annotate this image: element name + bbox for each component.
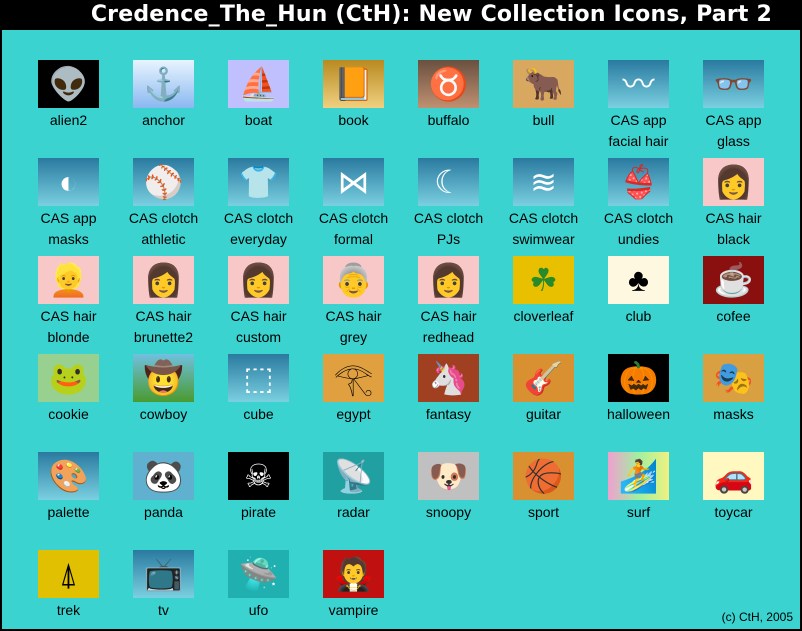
icon-item-cas-hair-custom[interactable]: 👩CAS hair custom	[194, 226, 289, 324]
bull-icon[interactable]: 🐂	[513, 60, 574, 108]
cas-hair-blonde-icon[interactable]: 👱	[38, 256, 99, 304]
ufo-icon[interactable]: 🛸	[228, 550, 289, 598]
icon-item-fantasy[interactable]: 🦄fantasy	[384, 324, 479, 422]
cas-hair-redhead-icon[interactable]: 👩	[418, 256, 479, 304]
cofee-icon[interactable]: ☕	[703, 256, 764, 304]
icon-item-boat[interactable]: ⛵boat	[194, 30, 289, 128]
icon-item-cas-clotch-formal[interactable]: ⋈CAS clotch formal	[289, 128, 384, 226]
sport-icon[interactable]: 🏀	[513, 452, 574, 500]
icon-item-cas-clotch-athletic[interactable]: ⚾CAS clotch athletic	[99, 128, 194, 226]
panda-icon[interactable]: 🐼	[133, 452, 194, 500]
tv-icon[interactable]: 📺	[133, 550, 194, 598]
cas-hair-black-icon[interactable]: 👩	[703, 158, 764, 206]
page-frame: Credence_The_Hun (CtH): New Collection I…	[0, 0, 802, 631]
icon-item-radar[interactable]: 📡radar	[289, 422, 384, 520]
icon-item-buffalo[interactable]: ♉buffalo	[384, 30, 479, 128]
icon-item-cas-hair-redhead[interactable]: 👩CAS hair redhead	[384, 226, 479, 324]
cloverleaf-icon[interactable]: ☘	[513, 256, 574, 304]
icon-item-snoopy[interactable]: 🐶snoopy	[384, 422, 479, 520]
cas-clotch-swimwear-icon[interactable]: ≋	[513, 158, 574, 206]
icon-item-cas-hair-blonde[interactable]: 👱CAS hair blonde	[4, 226, 99, 324]
icon-item-bull[interactable]: 🐂bull	[479, 30, 574, 128]
cas-app-masks-icon[interactable]: ◐	[38, 158, 99, 206]
icon-label: toycar	[683, 502, 784, 523]
icon-item-surf[interactable]: 🏄surf	[574, 422, 669, 520]
icon-item-alien2[interactable]: 👽alien2	[4, 30, 99, 128]
alien2-icon[interactable]: 👽	[38, 60, 99, 108]
vampire-icon[interactable]: 🧛	[323, 550, 384, 598]
snoopy-icon[interactable]: 🐶	[418, 452, 479, 500]
cas-clotch-athletic-icon[interactable]: ⚾	[133, 158, 194, 206]
palette-icon[interactable]: 🎨	[38, 452, 99, 500]
cas-app-facial-hair-icon[interactable]: 〰	[608, 60, 669, 108]
radar-icon[interactable]: 📡	[323, 452, 384, 500]
guitar-icon[interactable]: 🎸	[513, 354, 574, 402]
cas-clotch-undies-icon[interactable]: 👙	[608, 158, 669, 206]
icon-item-cookie[interactable]: 🐸cookie	[4, 324, 99, 422]
cas-clotch-formal-icon[interactable]: ⋈	[323, 158, 384, 206]
icon-item-vampire[interactable]: 🧛vampire	[289, 520, 384, 618]
icon-label: vampire	[303, 600, 404, 621]
buffalo-icon[interactable]: ♉	[418, 60, 479, 108]
anchor-icon[interactable]: ⚓	[133, 60, 194, 108]
icon-item-ufo[interactable]: 🛸ufo	[194, 520, 289, 618]
icon-item-egypt[interactable]: 𓂀egypt	[289, 324, 384, 422]
surf-icon[interactable]: 🏄	[608, 452, 669, 500]
icon-item-cloverleaf[interactable]: ☘cloverleaf	[479, 226, 574, 324]
icon-item-cowboy[interactable]: 🤠cowboy	[99, 324, 194, 422]
book-icon[interactable]: 📙	[323, 60, 384, 108]
icon-item-cas-hair-black[interactable]: 👩CAS hair black	[669, 128, 764, 226]
cas-clotch-everyday-icon[interactable]: 👕	[228, 158, 289, 206]
egypt-icon[interactable]: 𓂀	[323, 354, 384, 402]
cube-icon[interactable]: ⬚	[228, 354, 289, 402]
halloween-icon[interactable]: 🎃	[608, 354, 669, 402]
toycar-icon[interactable]: 🚗	[703, 452, 764, 500]
icon-item-trek[interactable]: ⍋trek	[4, 520, 99, 618]
icon-item-cas-clotch-undies[interactable]: 👙CAS clotch undies	[574, 128, 669, 226]
icon-item-panda[interactable]: 🐼panda	[99, 422, 194, 520]
cas-app-glass-icon[interactable]: 👓	[703, 60, 764, 108]
copyright: (c) CtH, 2005	[722, 610, 793, 624]
icon-item-anchor[interactable]: ⚓anchor	[99, 30, 194, 128]
icon-item-cas-hair-grey[interactable]: 👵CAS hair grey	[289, 226, 384, 324]
icon-item-cas-clotch-swimwear[interactable]: ≋CAS clotch swimwear	[479, 128, 574, 226]
icon-item-pirate[interactable]: ☠pirate	[194, 422, 289, 520]
icon-item-club[interactable]: ♣club	[574, 226, 669, 324]
club-icon[interactable]: ♣	[608, 256, 669, 304]
icon-grid: (c) CtH, 2005 👽alien2⚓anchor⛵boat📙book♉b…	[2, 30, 800, 629]
fantasy-icon[interactable]: 🦄	[418, 354, 479, 402]
icon-item-cas-app-facial-hair[interactable]: 〰CAS app facial hair	[574, 30, 669, 128]
icon-item-cas-app-masks[interactable]: ◐CAS app masks	[4, 128, 99, 226]
cas-hair-custom-icon[interactable]: 👩	[228, 256, 289, 304]
icon-item-halloween[interactable]: 🎃halloween	[574, 324, 669, 422]
cookie-icon[interactable]: 🐸	[38, 354, 99, 402]
icon-item-palette[interactable]: 🎨palette	[4, 422, 99, 520]
icon-item-sport[interactable]: 🏀sport	[479, 422, 574, 520]
cowboy-icon[interactable]: 🤠	[133, 354, 194, 402]
icon-item-cas-clotch-everyday[interactable]: 👕CAS clotch everyday	[194, 128, 289, 226]
icon-item-cas-clotch-pjs[interactable]: ☾CAS clotch PJs	[384, 128, 479, 226]
cas-hair-brunette2-icon[interactable]: 👩	[133, 256, 194, 304]
boat-icon[interactable]: ⛵	[228, 60, 289, 108]
icon-item-cube[interactable]: ⬚cube	[194, 324, 289, 422]
masks-icon[interactable]: 🎭	[703, 354, 764, 402]
cas-hair-grey-icon[interactable]: 👵	[323, 256, 384, 304]
pirate-icon[interactable]: ☠	[228, 452, 289, 500]
icon-item-guitar[interactable]: 🎸guitar	[479, 324, 574, 422]
icon-item-masks[interactable]: 🎭masks	[669, 324, 764, 422]
page-title: Credence_The_Hun (CtH): New Collection I…	[0, 0, 802, 30]
icon-item-toycar[interactable]: 🚗toycar	[669, 422, 764, 520]
icon-item-cas-app-glass[interactable]: 👓CAS app glass	[669, 30, 764, 128]
icon-item-cofee[interactable]: ☕cofee	[669, 226, 764, 324]
icon-item-book[interactable]: 📙book	[289, 30, 384, 128]
icon-item-cas-hair-brunette2[interactable]: 👩CAS hair brunette2	[99, 226, 194, 324]
cas-clotch-pjs-icon[interactable]: ☾	[418, 158, 479, 206]
trek-icon[interactable]: ⍋	[38, 550, 99, 598]
icon-item-tv[interactable]: 📺tv	[99, 520, 194, 618]
